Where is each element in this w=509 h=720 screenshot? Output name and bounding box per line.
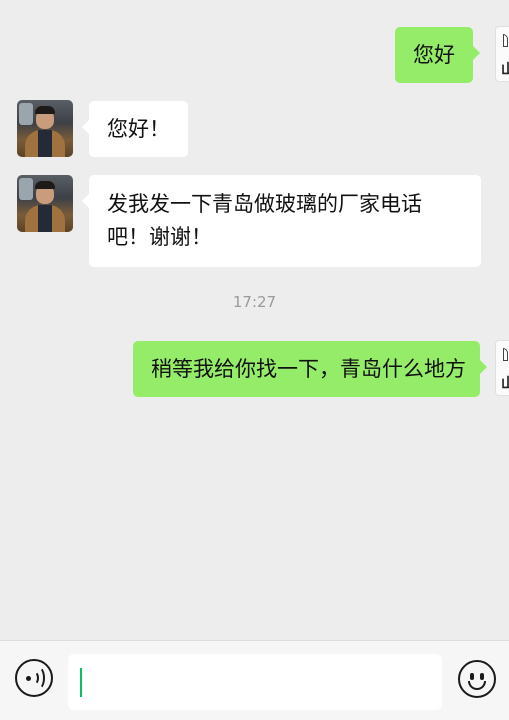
message-text-line: 发我发一下青岛做玻璃的厂家电话	[107, 192, 422, 216]
emoji-icon[interactable]	[458, 660, 496, 698]
chat-area: 山 您好 您好！ 发我发一下青岛做玻璃的厂家电话 吧！谢谢！ 17:27 山 稍…	[0, 0, 509, 640]
logo-mark	[503, 348, 508, 361]
message-bubble-self[interactable]: 您好	[395, 27, 480, 83]
message-text-line: 吧！谢谢！	[107, 225, 212, 249]
self-avatar[interactable]: 山	[495, 340, 509, 396]
avatar-background	[19, 178, 33, 200]
message-text: 稍等我给你找一下，青岛什么地方	[151, 357, 466, 381]
self-avatar-logo: 山	[501, 59, 509, 79]
avatar-shirt	[38, 205, 52, 232]
message-timestamp: 17:27	[232, 293, 277, 311]
avatar-shirt	[38, 130, 52, 157]
peer-avatar[interactable]	[17, 100, 73, 157]
message-text: 您好	[413, 43, 455, 67]
self-avatar[interactable]: 山	[495, 26, 509, 82]
message-bubble-peer[interactable]: 发我发一下青岛做玻璃的厂家电话 吧！谢谢！	[82, 175, 481, 267]
text-caret	[80, 668, 82, 697]
message-bubble-peer[interactable]: 您好！	[82, 101, 188, 157]
voice-icon[interactable]	[15, 659, 53, 697]
input-toolbar	[0, 640, 509, 720]
message-input[interactable]	[68, 654, 442, 710]
logo-mark	[503, 34, 508, 47]
message-bubble-self[interactable]: 稍等我给你找一下，青岛什么地方	[133, 341, 487, 397]
avatar-hair	[35, 181, 55, 189]
self-avatar-logo: 山	[501, 373, 509, 393]
peer-avatar[interactable]	[17, 175, 73, 232]
avatar-hair	[35, 106, 55, 114]
message-text: 您好！	[107, 117, 170, 141]
avatar-background	[19, 103, 33, 125]
